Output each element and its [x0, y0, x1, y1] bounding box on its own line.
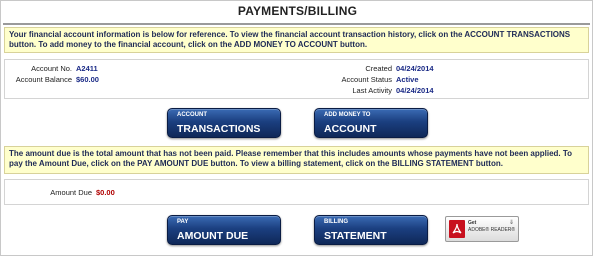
account-summary-panel: Account No. A2411 Account Balance $60.00 C… [4, 59, 589, 99]
amount-due-label: Amount Due [50, 188, 92, 197]
created-label: Created [365, 64, 392, 73]
amount-due-value: $0.00 [96, 188, 115, 197]
account-balance-row: Account Balance $60.00 [6, 75, 99, 84]
amount-due-notice: The amount due is the total amount that … [4, 146, 589, 174]
account-number-row: Account No. A2411 [6, 64, 98, 73]
last-activity-label: Last Activity [352, 86, 392, 95]
account-status-label: Account Status [341, 75, 392, 84]
add-money-big-label: ACCOUNT [324, 123, 377, 135]
account-balance-label: Account Balance [15, 75, 72, 84]
get-adobe-reader-link[interactable]: Get ADOBE® READER® ⇓ [445, 216, 519, 242]
payments-billing-page: PAYMENTS/BILLING Your financial account … [0, 0, 593, 256]
created-value: 04/24/2014 [396, 64, 434, 73]
adobe-reader-label: ADOBE® READER® [468, 227, 516, 233]
billing-statement-button[interactable]: BILLING STATEMENT [314, 215, 428, 245]
add-money-small-label: ADD MONEY TO [324, 112, 371, 118]
adobe-get-label: Get [468, 220, 477, 226]
adobe-pdf-icon [449, 220, 465, 238]
account-transactions-big-label: TRANSACTIONS [177, 123, 261, 135]
account-number-label: Account No. [31, 64, 72, 73]
account-balance-value: $60.00 [76, 75, 99, 84]
created-row: Created 04/24/2014 [306, 64, 434, 73]
amount-due-panel: Amount Due $0.00 [4, 179, 589, 205]
account-info-notice: Your financial account information is be… [4, 27, 589, 53]
billing-big-label: STATEMENT [324, 230, 387, 242]
download-arrow-icon: ⇓ [508, 220, 514, 226]
account-status-row: Account Status Active [306, 75, 419, 84]
billing-small-label: BILLING [324, 219, 348, 225]
page-title: PAYMENTS/BILLING [237, 4, 358, 18]
last-activity-value: 04/24/2014 [396, 86, 434, 95]
title-divider [3, 23, 590, 25]
pay-big-label: AMOUNT DUE [177, 230, 249, 242]
pay-amount-due-button[interactable]: PAY AMOUNT DUE [167, 215, 281, 245]
account-status-value: Active [396, 75, 419, 84]
amount-due-row: Amount Due $0.00 [6, 188, 115, 197]
account-transactions-button[interactable]: ACCOUNT TRANSACTIONS [167, 108, 281, 138]
add-money-button[interactable]: ADD MONEY TO ACCOUNT [314, 108, 428, 138]
last-activity-row: Last Activity 04/24/2014 [306, 86, 434, 95]
pay-small-label: PAY [177, 219, 189, 225]
account-number-value: A2411 [76, 64, 98, 73]
account-transactions-small-label: ACCOUNT [177, 112, 207, 118]
